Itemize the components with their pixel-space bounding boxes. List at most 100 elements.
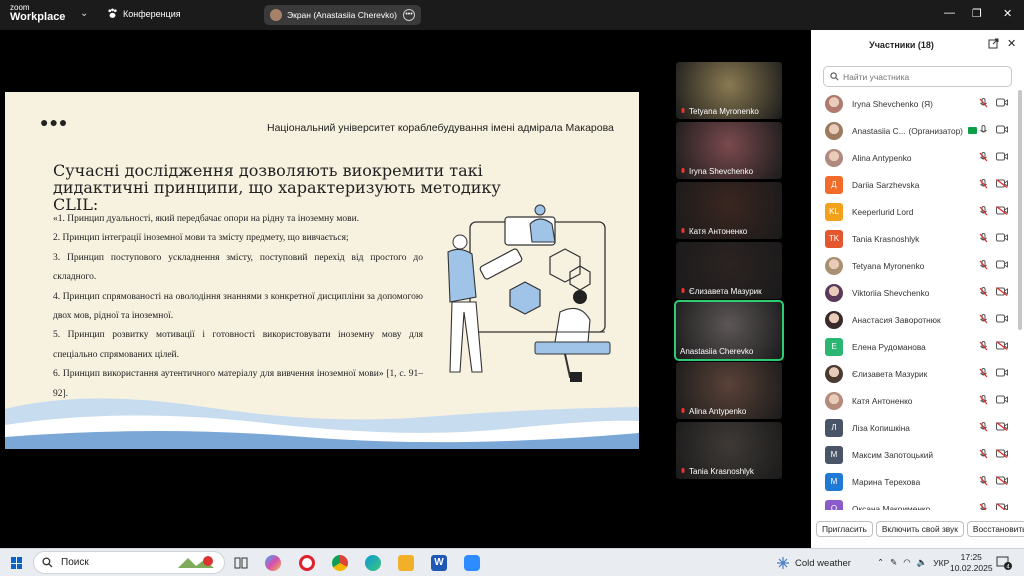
screen-share-pill[interactable]: Экран (Anastasiia Cherevko) ••• <box>264 5 421 25</box>
participant-row[interactable]: Л Ліза Копишкіна <box>811 414 1024 441</box>
edge-icon[interactable] <box>365 555 381 571</box>
windows-start-icon[interactable] <box>11 557 23 569</box>
mic-muted-icon[interactable] <box>979 368 988 378</box>
zoom-logo[interactable]: zoom Workplace <box>10 4 65 23</box>
video-tile[interactable]: Alina Antypenko <box>676 362 782 419</box>
mic-muted-icon[interactable] <box>979 395 988 405</box>
zoom-taskbar-icon[interactable] <box>464 555 480 571</box>
popout-icon[interactable] <box>988 38 999 49</box>
video-tile-active-speaker[interactable]: Anastasiia Cherevko <box>674 300 784 361</box>
mic-muted-icon[interactable] <box>979 98 988 108</box>
participant-row[interactable]: Д Dariia Sarzhevska <box>811 171 1024 198</box>
video-on-icon[interactable] <box>996 233 1008 242</box>
video-on-icon[interactable] <box>996 368 1008 377</box>
video-off-icon[interactable] <box>996 449 1008 458</box>
participant-search[interactable] <box>823 66 1012 87</box>
video-on-icon[interactable] <box>996 260 1008 269</box>
video-tile[interactable]: Iryna Shevchenko <box>676 122 782 179</box>
video-on-icon[interactable] <box>996 395 1008 404</box>
participant-row[interactable]: Iryna Shevchenko (Я) <box>811 90 1024 117</box>
invite-button[interactable]: Пригласить <box>816 521 873 537</box>
participant-avatar <box>825 148 843 167</box>
search-input[interactable] <box>843 71 993 82</box>
participant-row[interactable]: Е Елена Рудоманова <box>811 333 1024 360</box>
video-off-icon[interactable] <box>996 287 1008 296</box>
language-indicator[interactable]: УКР <box>933 558 949 568</box>
participant-row[interactable]: О Оксана Макоименко <box>811 495 1024 510</box>
participant-name: Tetyana Myronenko <box>852 260 925 271</box>
mic-muted-icon <box>681 468 685 473</box>
video-off-icon[interactable] <box>996 206 1008 215</box>
mic-muted-icon[interactable] <box>979 449 988 459</box>
mic-muted-icon[interactable] <box>979 314 988 324</box>
copilot-icon[interactable] <box>265 555 281 571</box>
participant-name: Viktoriia Shevchenko <box>852 287 930 298</box>
mic-muted-icon[interactable] <box>979 179 988 189</box>
mic-muted-icon[interactable] <box>979 341 988 351</box>
mic-muted-icon[interactable] <box>979 422 988 432</box>
opera-icon[interactable] <box>299 555 315 571</box>
participant-row[interactable]: Anastasiia C... (Организатор) <box>811 117 1024 144</box>
participant-row[interactable]: М Максим Запотоцький <box>811 441 1024 468</box>
chevron-up-icon[interactable]: ⌃ <box>877 557 884 568</box>
volume-icon[interactable]: 🔈 <box>917 557 928 568</box>
video-on-icon[interactable] <box>996 98 1008 107</box>
taskbar-search[interactable]: Поиск <box>33 551 225 574</box>
mic-muted-icon[interactable] <box>979 206 988 216</box>
maximize-button[interactable]: ❐ <box>972 7 982 20</box>
task-view-icon[interactable] <box>233 555 249 571</box>
mic-muted-icon[interactable] <box>979 503 988 510</box>
participant-name: Елена Рудоманова <box>852 341 926 352</box>
participant-row[interactable]: Єлизавета Мазурик <box>811 360 1024 387</box>
video-off-icon[interactable] <box>996 179 1008 188</box>
video-off-icon[interactable] <box>996 503 1008 510</box>
video-tile[interactable]: Єлизавета Мазурик <box>676 242 782 299</box>
close-window-button[interactable]: ✕ <box>1003 7 1012 20</box>
wifi-icon[interactable]: ◠ <box>903 557 910 568</box>
participant-row[interactable]: Катя Антоненко <box>811 387 1024 414</box>
search-icon <box>42 557 53 568</box>
clock[interactable]: 17:25 10.02.2025 <box>950 552 993 574</box>
participant-list-scrollbar[interactable] <box>1018 90 1022 520</box>
participant-row[interactable]: Viktoriia Shevchenko <box>811 279 1024 306</box>
video-on-icon[interactable] <box>996 314 1008 323</box>
mic-muted-icon[interactable] <box>979 287 988 297</box>
participant-name: Ліза Копишкіна <box>852 422 910 433</box>
participant-row[interactable]: KL Keeperlurid Lord <box>811 198 1024 225</box>
participant-row[interactable]: TK Tania Krasnoshlyk <box>811 225 1024 252</box>
participant-row[interactable]: Tetyana Myronenko <box>811 252 1024 279</box>
participant-row[interactable]: Alina Antypenko <box>811 144 1024 171</box>
restore-button[interactable]: Восстановить <box>966 521 1024 537</box>
mic-muted-icon[interactable] <box>979 476 988 486</box>
video-on-icon[interactable] <box>996 125 1008 134</box>
file-explorer-icon[interactable] <box>398 555 414 571</box>
participant-controls <box>979 287 1008 297</box>
minimize-button[interactable]: — <box>944 7 955 19</box>
participant-avatar: О <box>825 499 843 510</box>
notification-icon[interactable]: 4 <box>996 555 1012 571</box>
unmute-self-button[interactable]: Включить свой звук <box>875 521 964 537</box>
video-tile[interactable]: Tetyana Myronenko <box>676 62 782 119</box>
participant-row[interactable]: Анастасия Заворотнюк <box>811 306 1024 333</box>
video-on-icon[interactable] <box>996 152 1008 161</box>
participant-row[interactable]: М Марина Терехова <box>811 468 1024 495</box>
video-off-icon[interactable] <box>996 341 1008 350</box>
weather-widget[interactable]: Cold weather <box>777 557 851 569</box>
chevron-down-icon[interactable]: ⌄ <box>80 8 88 19</box>
more-icon[interactable]: ••• <box>403 9 415 21</box>
word-icon[interactable]: W <box>431 555 447 571</box>
mic-on-icon[interactable] <box>979 125 988 135</box>
chrome-icon[interactable] <box>332 555 348 571</box>
close-panel-icon[interactable]: ✕ <box>1007 37 1016 50</box>
participant-avatar <box>825 94 843 113</box>
mic-muted-icon[interactable] <box>979 233 988 243</box>
video-off-icon[interactable] <box>996 422 1008 431</box>
video-tile[interactable]: Tania Krasnoshlyk <box>676 422 782 479</box>
video-tile[interactable]: Катя Антоненко <box>676 182 782 239</box>
zoom-window: zoom Workplace ⌄ Конференция Экран (Anas… <box>0 0 1024 576</box>
mic-muted-icon[interactable] <box>979 152 988 162</box>
video-off-icon[interactable] <box>996 476 1008 485</box>
meeting-info-button[interactable]: Конференция <box>107 8 181 19</box>
pen-icon[interactable]: ✎ <box>890 557 897 568</box>
mic-muted-icon[interactable] <box>979 260 988 270</box>
